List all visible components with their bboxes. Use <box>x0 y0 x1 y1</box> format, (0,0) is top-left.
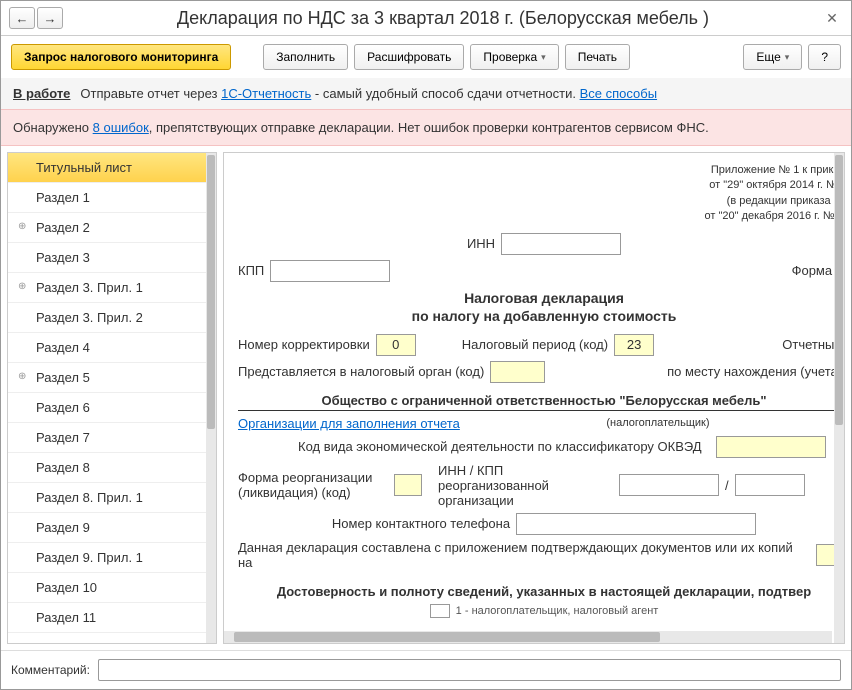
reporting-link[interactable]: 1С-Отчетность <box>221 86 311 101</box>
errors-link[interactable]: 8 ошибок <box>93 120 149 135</box>
decode-button[interactable]: Расшифровать <box>354 44 464 70</box>
sidebar-item[interactable]: Раздел 7 <box>8 423 216 453</box>
sidebar-item[interactable]: Раздел 9 <box>8 513 216 543</box>
expand-icon[interactable]: ⊕ <box>18 281 26 292</box>
reorg-inn-field[interactable] <box>619 474 719 496</box>
content-scrollbar-h[interactable] <box>224 631 832 643</box>
sidebar-scrollbar[interactable] <box>206 153 216 643</box>
error-bar: Обнаружено 8 ошибок, препятствующих отпр… <box>1 109 851 146</box>
comment-label: Комментарий: <box>11 663 90 677</box>
period-field[interactable]: 23 <box>614 334 654 356</box>
sidebar-item[interactable]: Раздел 3 <box>8 243 216 273</box>
sidebar-item[interactable]: Раздел 10 <box>8 573 216 603</box>
status-label[interactable]: В работе <box>13 86 70 101</box>
sidebar-item[interactable]: ⊕Раздел 3. Прил. 1 <box>8 273 216 303</box>
sidebar-item[interactable]: Раздел 1 <box>8 183 216 213</box>
org-name: Общество с ограниченной ответственностью… <box>238 393 845 411</box>
doc-title: Налоговая декларация <box>238 290 845 306</box>
forward-button[interactable]: → <box>37 7 63 29</box>
sidebar-item[interactable]: Раздел 9. Прил. 1 <box>8 543 216 573</box>
comment-input[interactable] <box>98 659 841 681</box>
reorg-kpp-field[interactable] <box>735 474 805 496</box>
window-title: Декларация по НДС за 3 квартал 2018 г. (… <box>65 8 821 29</box>
help-button[interactable]: ? <box>808 44 841 70</box>
sidebar-item[interactable]: Раздел 8 <box>8 453 216 483</box>
toolbar: Запрос налогового мониторинга Заполнить … <box>1 36 851 78</box>
sidebar-item[interactable]: Титульный лист <box>8 153 216 183</box>
chevron-down-icon: ▾ <box>785 52 790 63</box>
all-methods-link[interactable]: Все способы <box>580 86 657 101</box>
expand-icon[interactable]: ⊕ <box>18 221 26 232</box>
okved-field[interactable] <box>716 436 826 458</box>
confirm-checkbox[interactable] <box>430 604 450 618</box>
close-icon[interactable]: ✕ <box>821 7 843 29</box>
regulation-header: Приложение № 1 к приказу от "29" октября… <box>238 163 845 225</box>
correction-field[interactable]: 0 <box>376 334 416 356</box>
kpp-label: КПП <box>238 263 264 278</box>
check-button[interactable]: Проверка▾ <box>470 44 558 70</box>
sidebar-item[interactable]: Раздел 8. Прил. 1 <box>8 483 216 513</box>
footer: Комментарий: <box>1 650 851 689</box>
infobar: В работе Отправьте отчет через 1С-Отчетн… <box>1 78 851 109</box>
print-button[interactable]: Печать <box>565 44 630 70</box>
inn-label: ИНН <box>467 236 495 251</box>
inn-field[interactable] <box>501 233 621 255</box>
org-fill-link[interactable]: Организации для заполнения отчета <box>238 416 460 431</box>
content-scrollbar-v[interactable] <box>834 153 844 643</box>
chevron-down-icon: ▾ <box>541 52 546 63</box>
sidebar-item[interactable]: Раздел 4 <box>8 333 216 363</box>
phone-field[interactable] <box>516 513 756 535</box>
titlebar: ← → Декларация по НДС за 3 квартал 2018 … <box>1 1 851 36</box>
kpp-field[interactable] <box>270 260 390 282</box>
sidebar-item[interactable]: Раздел 6 <box>8 393 216 423</box>
section-sidebar: Титульный листРаздел 1⊕Раздел 2Раздел 3⊕… <box>7 152 217 644</box>
more-button[interactable]: Еще▾ <box>743 44 802 70</box>
sidebar-item[interactable]: Раздел 11 <box>8 603 216 633</box>
sidebar-item[interactable]: ⊕Раздел 5 <box>8 363 216 393</box>
fill-button[interactable]: Заполнить <box>263 44 348 70</box>
monitoring-button[interactable]: Запрос налогового мониторинга <box>11 44 231 70</box>
tax-org-field[interactable] <box>490 361 545 383</box>
form-content: Приложение № 1 к приказу от "29" октября… <box>223 152 845 644</box>
sidebar-item[interactable]: Раздел 3. Прил. 2 <box>8 303 216 333</box>
doc-subtitle: по налогу на добавленную стоимость <box>238 308 845 324</box>
back-button[interactable]: ← <box>9 7 35 29</box>
sidebar-item[interactable]: ⊕Раздел 2 <box>8 213 216 243</box>
expand-icon[interactable]: ⊕ <box>18 371 26 382</box>
reorg-code-field[interactable] <box>394 474 422 496</box>
